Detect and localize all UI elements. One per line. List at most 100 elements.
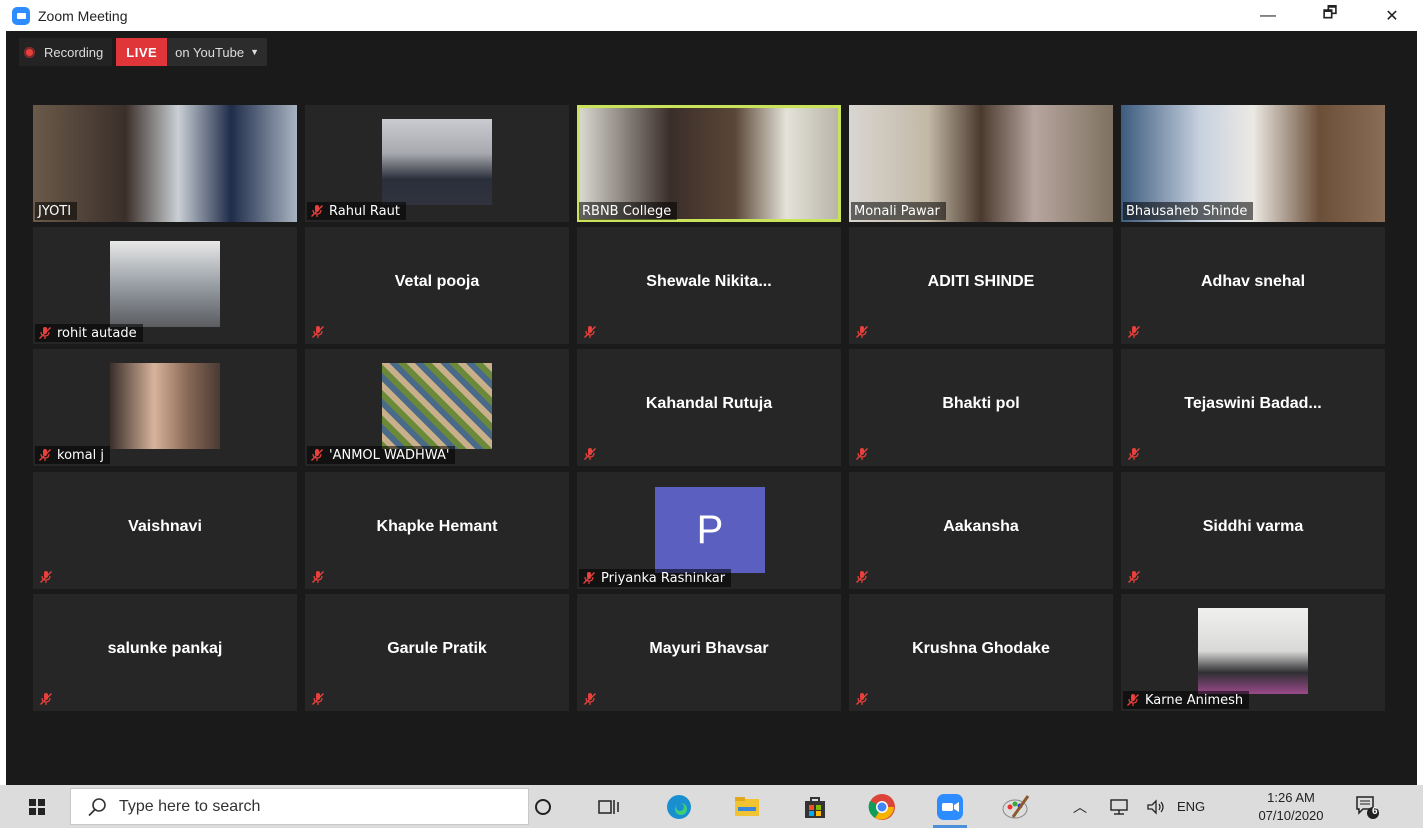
participant-tile[interactable]: Monali Pawar bbox=[849, 105, 1113, 222]
participant-tile[interactable]: Vaishnavi bbox=[33, 472, 297, 589]
participant-tile[interactable]: Siddhi varma bbox=[1121, 472, 1385, 589]
volume-icon[interactable] bbox=[1145, 798, 1167, 816]
participant-tile[interactable]: ADITI SHINDE bbox=[849, 227, 1113, 344]
recording-label: Recording bbox=[44, 44, 104, 60]
search-placeholder: Type here to search bbox=[119, 797, 261, 815]
participant-video bbox=[110, 363, 220, 449]
muted-mic-icon bbox=[1127, 570, 1141, 584]
window-controls: — 🗗 ✕ bbox=[1237, 0, 1423, 31]
participant-name: Adhav snehal bbox=[1200, 273, 1306, 290]
participant-tile[interactable]: JYOTI bbox=[33, 105, 297, 222]
muted-mic-icon bbox=[38, 326, 52, 340]
record-icon bbox=[24, 46, 35, 58]
participant-tile[interactable]: 'ANMOL WADHWA' bbox=[305, 349, 569, 466]
participant-name: komal j bbox=[57, 447, 105, 463]
clock-date: 07/10/2020 bbox=[1258, 808, 1324, 823]
livestream-platform: on YouTube bbox=[175, 44, 245, 60]
language-indicator[interactable]: ENG bbox=[1177, 799, 1205, 814]
close-button[interactable]: ✕ bbox=[1361, 0, 1423, 31]
participant-name: Kahandal Rutuja bbox=[645, 395, 773, 412]
muted-mic-icon bbox=[1127, 447, 1141, 461]
participant-tile[interactable]: Khapke Hemant bbox=[305, 472, 569, 589]
muted-mic-icon bbox=[855, 325, 869, 339]
participant-tile[interactable]: Kahandal Rutuja bbox=[577, 349, 841, 466]
participant-tile[interactable]: Tejaswini Badad... bbox=[1121, 349, 1385, 466]
participant-tile[interactable]: komal j bbox=[33, 349, 297, 466]
participant-tile[interactable]: Bhausaheb Shinde bbox=[1121, 105, 1385, 222]
participant-name: Rahul Raut bbox=[329, 203, 400, 219]
clock-time: 1:26 AM bbox=[1267, 790, 1315, 805]
participant-video bbox=[110, 241, 220, 327]
participant-label: RBNB College bbox=[579, 202, 678, 220]
muted-mic-icon bbox=[1126, 693, 1140, 707]
participant-name: Monali Pawar bbox=[854, 203, 940, 219]
muted-mic-icon bbox=[583, 325, 597, 339]
participant-label: Priyanka Rashinkar bbox=[579, 569, 732, 587]
cortana-icon[interactable] bbox=[526, 790, 560, 824]
recording-bar: Recording LIVE on YouTube ▼ bbox=[19, 38, 268, 66]
participant-video bbox=[382, 119, 492, 205]
task-view-icon[interactable] bbox=[592, 790, 626, 824]
participant-label: JYOTI bbox=[35, 202, 78, 220]
zoom-taskbar-icon[interactable] bbox=[933, 790, 967, 828]
participant-name: Vaishnavi bbox=[128, 518, 202, 535]
show-hidden-icons-chevron-icon[interactable]: ︿ bbox=[1073, 797, 1087, 817]
livestream-dropdown[interactable]: on YouTube ▼ bbox=[167, 38, 268, 66]
muted-mic-icon bbox=[311, 325, 325, 339]
system-tray: ︿ ENG bbox=[1073, 785, 1205, 828]
chrome-icon[interactable] bbox=[865, 790, 899, 824]
participant-tile[interactable]: Shewale Nikita... bbox=[577, 227, 841, 344]
muted-mic-icon bbox=[855, 447, 869, 461]
muted-mic-icon bbox=[39, 692, 53, 706]
participant-name: Karne Animesh bbox=[1145, 692, 1244, 708]
participant-label: Monali Pawar bbox=[851, 202, 946, 220]
notifications-icon[interactable]: 6 bbox=[1350, 790, 1384, 824]
participant-tile[interactable]: P Priyanka Rashinkar bbox=[577, 472, 841, 589]
muted-mic-icon bbox=[855, 570, 869, 584]
participant-name: Aakansha bbox=[943, 518, 1019, 535]
participant-name: Garule Pratik bbox=[387, 640, 487, 657]
participant-tile[interactable]: rohit autade bbox=[33, 227, 297, 344]
participant-tile[interactable]: Krushna Ghodake bbox=[849, 594, 1113, 711]
participant-tile[interactable]: Mayuri Bhavsar bbox=[577, 594, 841, 711]
participant-name: Shewale Nikita... bbox=[646, 273, 772, 290]
participant-tile[interactable]: Aakansha bbox=[849, 472, 1113, 589]
store-icon[interactable] bbox=[798, 790, 832, 824]
participant-tile[interactable]: Rahul Raut bbox=[305, 105, 569, 222]
participant-label: 'ANMOL WADHWA' bbox=[307, 446, 456, 464]
taskbar-search-box[interactable]: Type here to search bbox=[70, 788, 529, 825]
recording-indicator[interactable]: Recording bbox=[19, 38, 113, 66]
muted-mic-icon bbox=[39, 570, 53, 584]
minimize-button[interactable]: — bbox=[1237, 0, 1299, 31]
participant-name: salunke pankaj bbox=[107, 640, 223, 657]
system-clock[interactable]: 1:26 AM 07/10/2020 bbox=[1249, 789, 1333, 825]
file-explorer-icon[interactable] bbox=[730, 790, 764, 824]
restore-button[interactable]: 🗗 bbox=[1299, 0, 1361, 31]
participant-tile[interactable]: Vetal pooja bbox=[305, 227, 569, 344]
meeting-stage: Recording LIVE on YouTube ▼ JYOTI Rahul R… bbox=[6, 31, 1417, 785]
participant-label: Rahul Raut bbox=[307, 202, 406, 220]
muted-mic-icon bbox=[855, 692, 869, 706]
participant-label: Bhausaheb Shinde bbox=[1123, 202, 1254, 220]
muted-mic-icon bbox=[310, 448, 324, 462]
participant-tile[interactable]: Bhakti pol bbox=[849, 349, 1113, 466]
edge-icon[interactable] bbox=[662, 790, 696, 824]
muted-mic-icon bbox=[583, 692, 597, 706]
participant-tile[interactable]: Karne Animesh bbox=[1121, 594, 1385, 711]
start-button[interactable] bbox=[16, 785, 58, 828]
search-icon bbox=[88, 797, 106, 816]
muted-mic-icon bbox=[310, 204, 324, 218]
participant-tile[interactable]: Garule Pratik bbox=[305, 594, 569, 711]
participant-name: JYOTI bbox=[38, 203, 72, 219]
participant-tile[interactable]: RBNB College bbox=[577, 105, 841, 222]
paint-icon[interactable] bbox=[999, 790, 1033, 824]
network-icon[interactable] bbox=[1109, 798, 1131, 816]
participant-tile[interactable]: Adhav snehal bbox=[1121, 227, 1385, 344]
participant-name: Priyanka Rashinkar bbox=[601, 570, 726, 586]
participant-name: Bhakti pol bbox=[942, 395, 1020, 412]
participant-tile[interactable]: salunke pankaj bbox=[33, 594, 297, 711]
live-badge: LIVE bbox=[116, 38, 168, 66]
notification-count: 6 bbox=[1372, 806, 1378, 817]
participant-name: Vetal pooja bbox=[394, 273, 480, 290]
zoom-app-icon bbox=[12, 6, 30, 25]
